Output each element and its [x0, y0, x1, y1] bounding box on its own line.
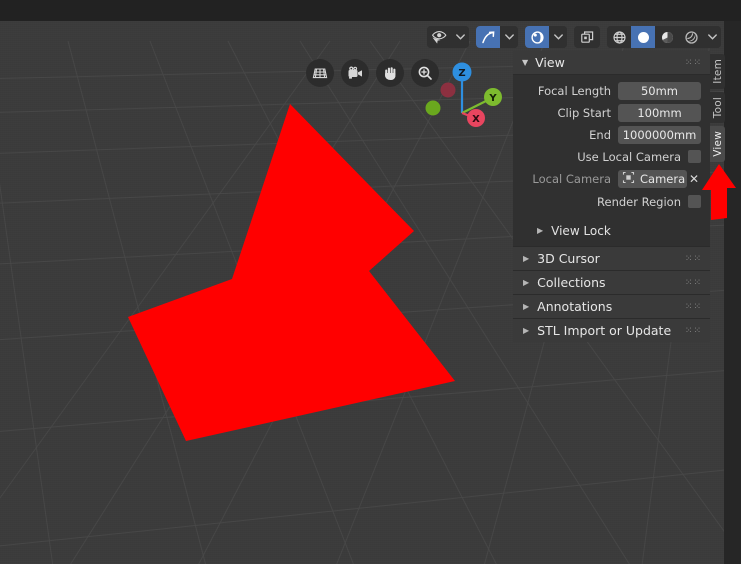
neg-x-axis-dot — [440, 82, 456, 98]
axis-navigation-gizmo[interactable]: Z Y X — [424, 58, 508, 138]
gizmo-arrow-icon[interactable] — [476, 26, 500, 48]
drag-grip-icon[interactable]: ⁙⁙ — [685, 302, 702, 311]
hand-icon[interactable] — [376, 59, 404, 87]
tab-view[interactable]: View — [710, 125, 725, 162]
drag-grip-icon[interactable]: ⁙⁙ — [685, 278, 702, 287]
gizmo-group — [476, 26, 518, 48]
grid-perspective-icon[interactable] — [306, 59, 334, 87]
view-panel-title: View — [535, 55, 565, 70]
clip-start-input[interactable]: 100mm — [618, 103, 701, 122]
right-edge-strip — [724, 21, 741, 564]
local-camera-row: Local Camera Camera ✕ — [513, 169, 710, 188]
triangle-right-icon: ▶ — [523, 278, 530, 287]
camera-object-icon — [622, 171, 635, 187]
triangle-right-icon: ▶ — [537, 226, 544, 235]
triangle-right-icon: ▶ — [523, 302, 530, 311]
render-region-checkbox[interactable] — [688, 195, 701, 208]
clip-end-input[interactable]: 1000000mm — [618, 125, 701, 144]
panel-stl-import-label: STL Import or Update — [537, 323, 672, 338]
xray-toggle-icon[interactable] — [574, 26, 600, 48]
top-header-bar — [0, 0, 741, 21]
drag-grip-icon[interactable]: ⁙⁙ — [685, 58, 702, 67]
render-region-row: Render Region — [513, 192, 710, 211]
overlays-dropdown-caret[interactable] — [549, 26, 567, 48]
tab-view-label: View — [711, 130, 724, 157]
subpanel-view-lock[interactable]: ▶ View Lock — [513, 219, 710, 242]
panel-annotations-label: Annotations — [537, 299, 613, 314]
visibility-group — [427, 26, 469, 48]
x-close-icon[interactable]: ✕ — [687, 170, 701, 188]
panel-stl-import-or-update[interactable]: ▶ STL Import or Update ⁙⁙ — [513, 318, 710, 342]
overlays-sphere-icon[interactable] — [525, 26, 549, 48]
svg-text:X: X — [472, 114, 480, 125]
drag-grip-icon[interactable]: ⁙⁙ — [685, 254, 702, 263]
visibility-dropdown-caret[interactable] — [451, 26, 469, 48]
triangle-down-icon: ▼ — [522, 57, 529, 67]
focal-length-label: Focal Length — [537, 83, 611, 98]
panel-3d-cursor[interactable]: ▶ 3D Cursor ⁙⁙ — [513, 246, 710, 270]
triangle-right-icon: ▶ — [523, 254, 530, 263]
eye-cursor-icon[interactable] — [427, 26, 451, 48]
tab-tool[interactable]: Tool — [710, 91, 725, 123]
panel-annotations[interactable]: ▶ Annotations ⁙⁙ — [513, 294, 710, 318]
drag-grip-icon[interactable]: ⁙⁙ — [685, 326, 702, 335]
camera-icon[interactable] — [341, 59, 369, 87]
viewport-navigation-buttons — [306, 59, 439, 87]
xray-group — [574, 26, 600, 48]
panel-collections-label: Collections — [537, 275, 606, 290]
clip-end-row: End 1000000mm — [513, 125, 710, 144]
rendered-shading-icon[interactable] — [679, 26, 703, 48]
clip-start-label: Clip Start — [557, 105, 611, 120]
view-side-panel: ▼ View ⁙⁙ Focal Length 50mm Clip Start 1… — [513, 51, 710, 342]
render-region-label: Render Region — [597, 194, 681, 209]
solid-shading-icon[interactable] — [631, 26, 655, 48]
use-local-camera-checkbox[interactable] — [688, 150, 701, 163]
use-local-camera-row: Use Local Camera — [513, 147, 710, 166]
material-preview-shading-icon[interactable] — [655, 26, 679, 48]
panel-collections[interactable]: ▶ Collections ⁙⁙ — [513, 270, 710, 294]
viewport-header-toolbar — [427, 26, 721, 48]
tab-item-label: Item — [711, 59, 724, 84]
overlays-group — [525, 26, 567, 48]
blender-window: Z Y X ▼ View ⁙⁙ Focal Length 50mm Clip S… — [0, 0, 741, 564]
clip-start-row: Clip Start 100mm — [513, 103, 710, 122]
wireframe-shading-icon[interactable] — [607, 26, 631, 48]
svg-text:Z: Z — [458, 68, 465, 79]
local-camera-selector[interactable]: Camera — [618, 169, 688, 188]
use-local-camera-label: Use Local Camera — [577, 149, 681, 164]
neg-y-axis-dot — [425, 100, 441, 116]
focal-length-input[interactable]: 50mm — [618, 81, 701, 100]
focal-length-row: Focal Length 50mm — [513, 81, 710, 100]
clip-end-label: End — [589, 127, 611, 142]
svg-text:Y: Y — [488, 93, 497, 104]
view-panel-body: Focal Length 50mm Clip Start 100mm End 1… — [513, 75, 710, 246]
local-camera-label: Local Camera — [532, 171, 611, 186]
tab-tool-label: Tool — [711, 96, 724, 118]
shading-group — [607, 26, 721, 48]
shading-dropdown-caret[interactable] — [703, 26, 721, 48]
side-panel-tabs: Item Tool View — [710, 54, 725, 162]
panel-3d-cursor-label: 3D Cursor — [537, 251, 600, 266]
gizmo-dropdown-caret[interactable] — [500, 26, 518, 48]
local-camera-value: Camera — [640, 171, 686, 186]
subpanel-view-lock-label: View Lock — [551, 223, 611, 238]
triangle-right-icon: ▶ — [523, 326, 530, 335]
tab-item[interactable]: Item — [710, 54, 725, 89]
view-panel-header[interactable]: ▼ View ⁙⁙ — [513, 51, 710, 75]
